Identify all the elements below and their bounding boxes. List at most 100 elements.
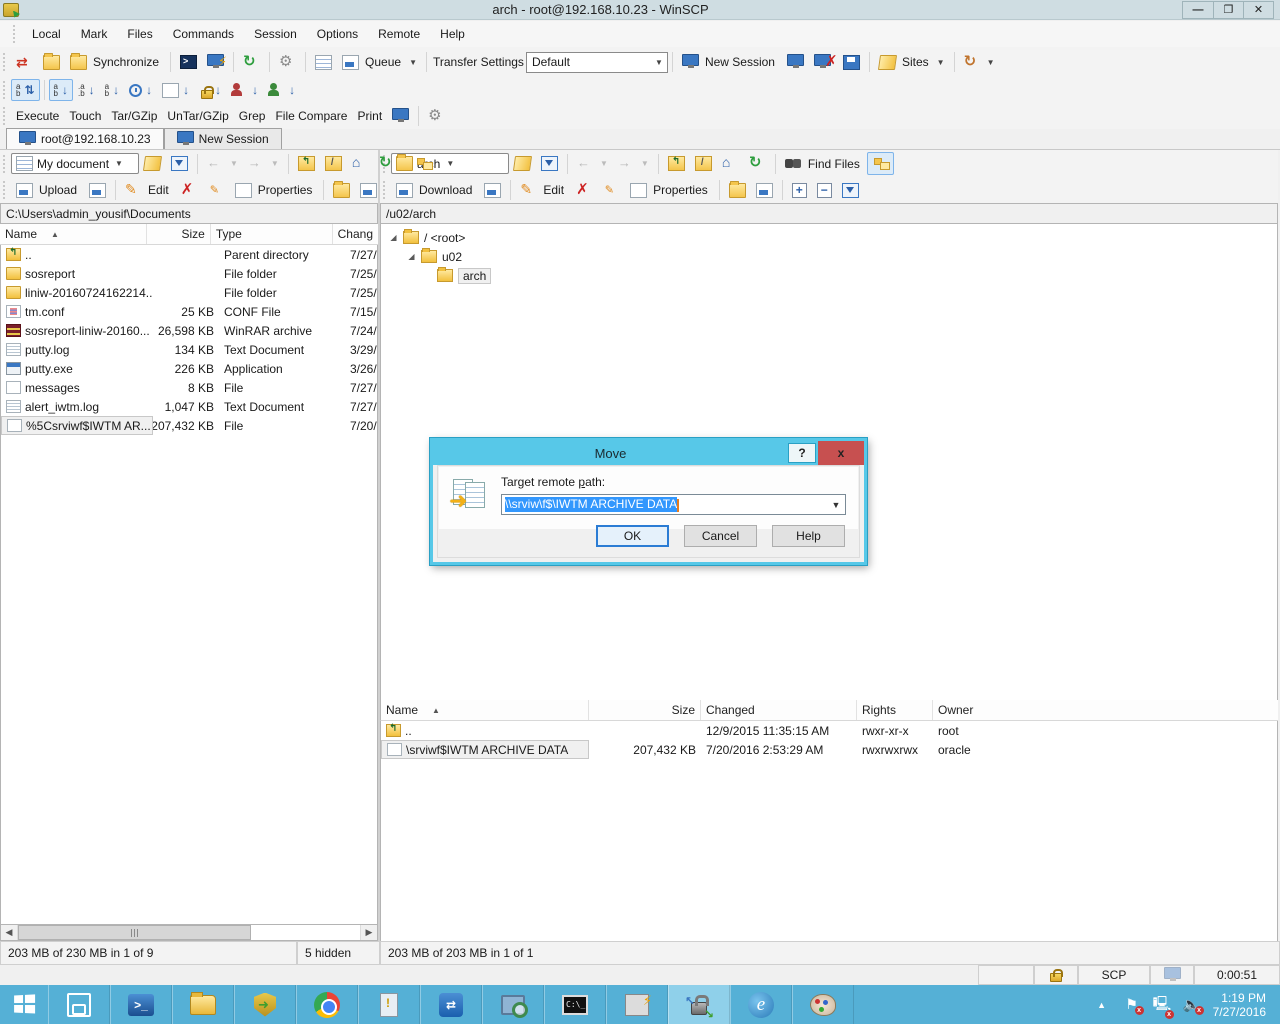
preferences-icon[interactable] [274, 51, 301, 74]
tree-item-arch[interactable]: arch [381, 266, 1277, 285]
grep-button[interactable]: Grep [234, 105, 271, 127]
remote-tree-toggle-icon[interactable] [867, 152, 894, 175]
cancel-button[interactable]: Cancel [684, 525, 757, 547]
toolbar-grip[interactable] [3, 81, 8, 99]
help-button[interactable]: Help [772, 525, 845, 547]
close-button[interactable]: ✕ [1243, 2, 1273, 18]
local-drive-selector[interactable]: My document▼ [11, 153, 139, 174]
taskbar-clock[interactable]: 1:19 PM 7/27/2016 [1213, 991, 1270, 1019]
remote-column-size[interactable]: Size [589, 700, 701, 720]
remote-parent-directory-icon[interactable] [663, 152, 690, 175]
queue-button[interactable]: Queue▼ [337, 51, 422, 74]
open-terminal-icon[interactable] [175, 51, 202, 73]
tree-item-u02[interactable]: ◢ u02 [381, 247, 1277, 266]
dialog-help-icon[interactable]: ? [788, 443, 816, 463]
file-row[interactable]: tm.conf25 KBCONF File7/15/ [1, 302, 377, 321]
file-row[interactable]: messages8 KBFile7/27/ [1, 378, 377, 397]
upload-button[interactable]: Upload [11, 179, 84, 202]
remote-properties-button[interactable]: Properties [625, 179, 715, 202]
remote-new-file-icon[interactable] [751, 179, 778, 202]
local-back-icon[interactable]: ▼ [202, 152, 243, 175]
remote-rename-icon[interactable] [598, 179, 625, 202]
file-compare-button[interactable]: File Compare [270, 105, 352, 127]
sort-rights-icon[interactable]: ↓ [194, 79, 226, 101]
local-root-directory-icon[interactable] [320, 152, 347, 175]
execute-button[interactable]: Execute [11, 105, 64, 127]
menu-session[interactable]: Session [245, 23, 306, 45]
toolbar-grip[interactable] [3, 107, 8, 125]
sort-owner-icon[interactable]: ↓ [226, 79, 263, 102]
tree-expander-icon[interactable]: ◢ [407, 252, 416, 261]
find-files-button[interactable]: Find Files [780, 152, 867, 175]
tree-item-root[interactable]: ◢ / <root> [381, 228, 1277, 247]
local-path-bar[interactable]: C:\Users\admin_yousif\Documents [0, 203, 378, 224]
taskbar-winscp-active[interactable]: ↖↘ [668, 985, 730, 1024]
sites-button[interactable]: Sites▼ [874, 51, 950, 74]
menu-commands[interactable]: Commands [164, 23, 243, 45]
file-row[interactable]: sosreport-liniw-20160...26,598 KBWinRAR … [1, 321, 377, 340]
file-row[interactable]: .. 12/9/2015 11:35:15 AM rwxr-xr-x root [381, 721, 1277, 740]
session-duration[interactable]: 0:00:51 [1194, 965, 1280, 985]
print-button[interactable]: Print [352, 105, 387, 127]
sort-name-icon[interactable]: ab↓ [49, 79, 73, 101]
local-rename-icon[interactable] [203, 179, 230, 202]
remote-delete-icon[interactable] [571, 179, 598, 202]
local-column-changed[interactable]: Chang [333, 224, 378, 244]
taskbar-chrome[interactable] [296, 985, 358, 1024]
remote-monitor-icon[interactable] [387, 106, 414, 126]
download-background-icon[interactable] [479, 179, 506, 202]
remote-edit-button[interactable]: Edit [515, 179, 571, 202]
local-edit-button[interactable]: Edit [120, 179, 176, 202]
remote-new-folder-icon[interactable] [724, 179, 751, 202]
local-column-name[interactable]: Name▲ [0, 224, 147, 244]
sort-type-icon[interactable]: ↓ [157, 79, 194, 102]
chevron-down-icon[interactable]: ▼ [827, 500, 845, 510]
menu-local[interactable]: Local [23, 23, 70, 45]
menu-mark[interactable]: Mark [72, 23, 117, 45]
remote-back-icon[interactable]: ▼ [572, 152, 613, 175]
file-row[interactable]: putty.exe226 KBApplication3/26/ [1, 359, 377, 378]
sort-both-icon[interactable]: ab⇅ [11, 79, 40, 101]
remote-root-directory-icon[interactable] [690, 152, 717, 175]
refresh-icon[interactable] [238, 51, 265, 74]
local-forward-icon[interactable]: ▼ [243, 152, 284, 175]
taskbar-security-app[interactable] [234, 985, 296, 1024]
scroll-right-icon[interactable]: ▶ [360, 925, 377, 940]
remote-directory-selector[interactable]: arch▼ [391, 153, 509, 174]
compare-directories-icon[interactable] [11, 51, 38, 74]
restore-button[interactable]: ❐ [1213, 2, 1243, 18]
local-column-size[interactable]: Size [147, 224, 211, 244]
local-properties-button[interactable]: Properties [230, 179, 320, 202]
volume-muted-icon[interactable]: 🔈x [1183, 996, 1201, 1013]
network-status-icon[interactable]: 🖳x [1153, 993, 1171, 1017]
connection-icon[interactable] [1150, 965, 1194, 985]
menu-options[interactable]: Options [308, 23, 367, 45]
remote-path-bar[interactable]: /u02/arch [380, 203, 1278, 224]
remote-filter-icon[interactable] [536, 152, 563, 175]
dialog-close-icon[interactable]: x [818, 441, 864, 465]
local-open-directory-icon[interactable] [139, 152, 166, 175]
transfer-settings-combo[interactable]: Default ▼ [526, 52, 668, 73]
sort-size-icon[interactable]: ab↓ [100, 79, 124, 101]
remote-column-owner[interactable]: Owner [933, 700, 1278, 720]
taskbar-monitor-search[interactable] [482, 985, 544, 1024]
local-new-file-icon[interactable] [355, 179, 382, 202]
menu-remote[interactable]: Remote [369, 23, 429, 45]
remote-filter-funnel-icon[interactable] [837, 179, 864, 202]
minimize-button[interactable]: — [1183, 2, 1213, 18]
console-command-icon[interactable] [202, 51, 229, 74]
save-session-icon[interactable] [838, 51, 865, 74]
menu-help[interactable]: Help [431, 23, 474, 45]
remote-column-name[interactable]: Name▲ [381, 700, 589, 720]
touch-button[interactable]: Touch [64, 105, 106, 127]
upload-background-icon[interactable] [84, 179, 111, 202]
file-row[interactable]: ..Parent directory7/27/ [1, 245, 377, 264]
download-button[interactable]: Download [391, 179, 479, 202]
tar-gzip-button[interactable]: Tar/GZip [106, 105, 162, 127]
tab-new-session[interactable]: New Session [164, 128, 282, 149]
action-center-flag-icon[interactable]: ⚑x [1123, 996, 1141, 1013]
taskbar-teamviewer[interactable]: ⇄ [420, 985, 482, 1024]
tab-session-active[interactable]: root@192.168.10.23 [6, 128, 164, 149]
taskbar-paint[interactable] [792, 985, 854, 1024]
local-column-type[interactable]: Type [211, 224, 333, 244]
